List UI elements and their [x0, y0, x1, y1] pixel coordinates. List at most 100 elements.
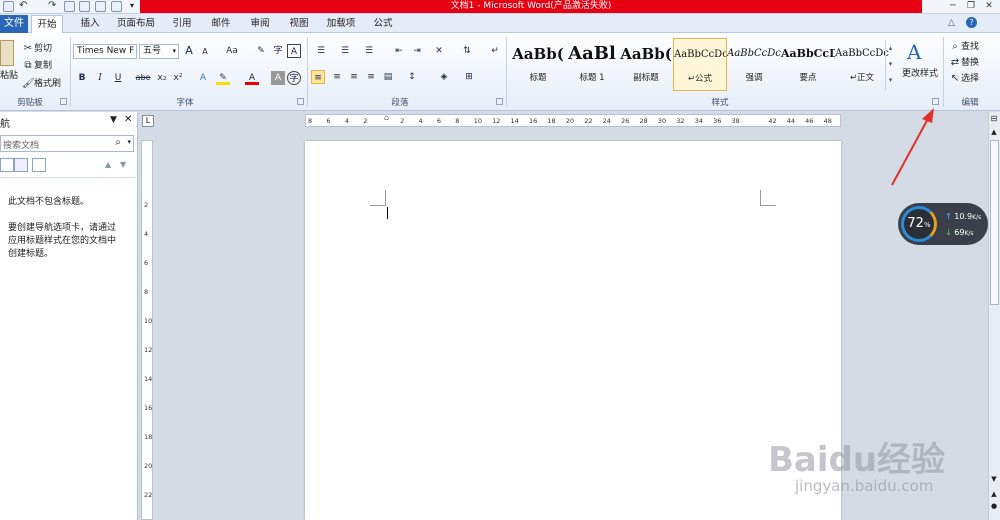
navigation-pane: [0, 112, 138, 520]
find-button[interactable]: ⌕ 查找: [949, 39, 979, 53]
indent-marker-icon[interactable]: ⌂: [384, 113, 389, 122]
paste-button[interactable]: 粘贴: [0, 68, 18, 81]
scroll-down-icon[interactable]: ▼: [989, 475, 999, 485]
distributed-button[interactable]: ▤: [381, 70, 395, 84]
select-browse-object-icon[interactable]: ●: [989, 502, 999, 510]
increase-indent-icon[interactable]: ⇥: [410, 44, 424, 58]
decrease-indent-icon[interactable]: ⇤: [392, 44, 406, 58]
prev-page-icon[interactable]: ▲: [989, 490, 999, 500]
line-spacing-icon[interactable]: ↕: [405, 70, 419, 84]
nav-headings-tab[interactable]: [0, 158, 14, 172]
tab-file[interactable]: 文件: [0, 15, 28, 33]
open-icon[interactable]: [95, 1, 106, 12]
vertical-ruler[interactable]: 2 4 6 8 10 12 14 16 18 20 22: [141, 140, 153, 520]
show-marks-icon[interactable]: ↵: [488, 44, 502, 58]
align-center-button[interactable]: ≡: [330, 70, 344, 84]
font-color-button[interactable]: A: [245, 71, 259, 85]
nav-close-icon[interactable]: ✕: [124, 114, 132, 125]
cut-button[interactable]: ✂ 剪切: [22, 41, 52, 55]
save-icon[interactable]: [3, 1, 14, 12]
shading-icon[interactable]: ◈: [437, 70, 451, 84]
multilevel-list-icon[interactable]: ☰: [362, 44, 376, 58]
style-item[interactable]: AaBbCcDc ↵公式: [673, 38, 727, 91]
minimize-icon[interactable]: ─: [944, 0, 962, 13]
nav-next-icon[interactable]: ▼: [120, 160, 126, 169]
nav-options-icon[interactable]: ▼: [110, 115, 117, 125]
style-item[interactable]: AaBb(标题: [511, 38, 565, 91]
scroll-up-icon[interactable]: ▲: [989, 128, 999, 138]
tab-item[interactable]: 引用: [166, 15, 198, 33]
tab-item[interactable]: 邮件: [205, 15, 237, 33]
close-icon[interactable]: ✕: [980, 0, 998, 13]
help-icon[interactable]: ?: [966, 17, 977, 28]
justify-button[interactable]: ≡: [364, 70, 378, 84]
styles-launcher-icon[interactable]: [932, 98, 939, 105]
enclose-char-icon[interactable]: 字: [287, 71, 301, 85]
sort-icon[interactable]: ⇅: [460, 44, 474, 58]
superscript-button[interactable]: x²: [171, 71, 185, 85]
nav-results-tab[interactable]: [32, 158, 46, 172]
font-size-combo[interactable]: 五号 ▾: [139, 44, 179, 59]
undo-icon[interactable]: ↶: [19, 0, 27, 11]
subscript-button[interactable]: x₂: [155, 71, 169, 85]
style-item[interactable]: AaBl 标题 1: [565, 38, 619, 91]
style-item[interactable]: AaBbCcDc 强调: [727, 38, 781, 91]
tab-item[interactable]: 开始: [31, 15, 63, 33]
align-left-button[interactable]: ≡: [311, 70, 325, 84]
redo-icon[interactable]: ↷: [48, 0, 56, 11]
horizontal-ruler[interactable]: 8 6 4 2 2 4 6 8 10 12 14 16 18 20 22 24 26 28 30 32 34 36 38 42…: [305, 113, 841, 127]
clear-format-icon[interactable]: ✎: [254, 44, 268, 58]
numbering-icon[interactable]: ☰: [338, 44, 352, 58]
select-button[interactable]: ↖ 选择: [949, 71, 979, 85]
tab-item[interactable]: 视图: [282, 15, 316, 33]
tab-item[interactable]: 加载项: [323, 15, 359, 33]
paste-icon[interactable]: [0, 40, 14, 66]
change-styles-icon[interactable]: A: [907, 40, 921, 64]
char-shading-icon[interactable]: A: [271, 71, 285, 85]
style-item[interactable]: AaBbCcDc ↵正文: [835, 38, 889, 91]
style-item[interactable]: AaBbCcD 要点: [781, 38, 835, 91]
char-border-icon[interactable]: A: [287, 44, 301, 58]
format-painter-button[interactable]: 🖌格式刷: [22, 76, 61, 90]
highlight-icon[interactable]: ✎: [216, 71, 230, 85]
nav-search-input[interactable]: 搜索文档 ⌕ ▾: [0, 135, 134, 152]
align-right-button[interactable]: ≡: [347, 70, 361, 84]
strikethrough-button[interactable]: abe: [135, 71, 151, 85]
scrollbar-thumb[interactable]: [990, 140, 999, 305]
copy-button[interactable]: ⧉ 复制: [22, 58, 52, 72]
change-styles-button[interactable]: 更改样式: [902, 66, 938, 79]
clipboard-launcher-icon[interactable]: [60, 98, 67, 105]
phonetic-guide-icon[interactable]: 字: [271, 44, 285, 58]
replace-button[interactable]: ⇄ 替换: [949, 55, 979, 69]
folder-icon[interactable]: [111, 1, 122, 12]
underline-button[interactable]: U: [111, 71, 125, 85]
nav-prev-icon[interactable]: ▲: [105, 160, 111, 169]
bullets-icon[interactable]: ☰: [314, 44, 328, 58]
borders-icon[interactable]: ⊞: [462, 70, 476, 84]
tab-item[interactable]: 审阅: [244, 15, 276, 33]
print-preview-icon[interactable]: [79, 1, 90, 12]
tab-item[interactable]: 公式: [367, 15, 399, 33]
ribbon-collapse-icon[interactable]: △: [948, 18, 955, 28]
chinese-layout-icon[interactable]: ✕: [432, 44, 446, 58]
text-effects-icon[interactable]: A: [196, 71, 210, 85]
shrink-font-button[interactable]: A: [198, 45, 212, 59]
new-document-icon[interactable]: [64, 1, 75, 12]
paragraph-launcher-icon[interactable]: [496, 98, 503, 105]
ruler-tab-selector[interactable]: L: [142, 115, 154, 127]
restore-icon[interactable]: ❐: [962, 0, 980, 13]
change-case-button[interactable]: Aa: [222, 44, 242, 58]
margin-corner-top-left: [370, 190, 386, 206]
grow-font-button[interactable]: A: [182, 44, 196, 58]
gallery-scroll-icon[interactable]: ▴ ▾ ▾: [885, 40, 895, 90]
customize-qat-icon[interactable]: ▾: [130, 1, 134, 10]
tab-item[interactable]: 插入: [74, 15, 106, 33]
bold-button[interactable]: B: [75, 71, 89, 85]
style-item[interactable]: AaBb(副标题: [619, 38, 673, 91]
italic-button[interactable]: I: [93, 71, 107, 85]
tab-item[interactable]: 页面布局: [113, 15, 159, 33]
font-launcher-icon[interactable]: [297, 98, 304, 105]
nav-pages-tab[interactable]: [14, 158, 28, 172]
font-name-combo[interactable]: Times New F: [73, 44, 137, 59]
ruler-toggle-icon[interactable]: ⊟: [989, 114, 999, 125]
